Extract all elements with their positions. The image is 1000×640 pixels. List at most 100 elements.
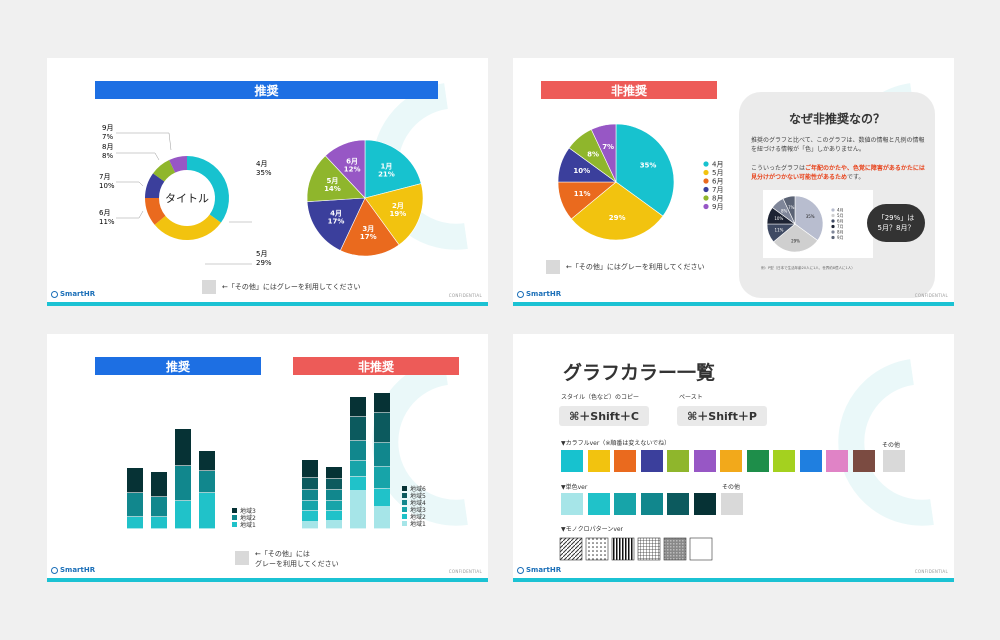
mini-pie-label: 29%: [791, 238, 800, 243]
legend-label: 地域2: [240, 514, 256, 522]
mini-legend-dot: [831, 219, 835, 223]
mini-chart-card: 35% 29% 11% 10% 8% 7% 4月 5月 6月 7月 8月 9月: [763, 190, 873, 258]
legend-label: 8月: [712, 195, 723, 203]
pattern-diagonal: [559, 537, 583, 561]
bar-segment: [302, 490, 318, 501]
color-swatch: [826, 450, 848, 472]
colorful-label: ▼カラフルver（※順番は変えないでね）: [561, 440, 671, 447]
color-swatch: [614, 450, 636, 472]
pie-label-pct: 12%: [344, 165, 361, 173]
mini-legend-label: 5月: [837, 213, 844, 218]
bar-segment: [151, 517, 167, 529]
bar-segment: [350, 461, 366, 477]
footer-bar: [47, 302, 488, 306]
donut-slice-4月: [187, 156, 229, 223]
slide-color-palette[interactable]: グラフカラー一覧 スタイル（色など）のコピー ペースト ⌘＋Shift＋C ⌘＋…: [513, 334, 954, 582]
bar-segment: [350, 417, 366, 441]
svg-text:11%: 11%: [99, 218, 115, 226]
stacked-bar-chart-recommended: 地域3地域2地域1: [127, 429, 256, 529]
paste-label: ペースト: [679, 394, 703, 401]
mini-legend-dot: [831, 208, 835, 212]
bar-segment: [326, 521, 342, 529]
bar-segment: [350, 477, 366, 491]
grayscale-mini-pie: 35% 29% 11% 10% 8%7% 4月5月6月7月8月9月: [766, 195, 844, 253]
legend-label: 4月: [712, 161, 723, 169]
bar-segment: [199, 493, 215, 529]
pie-label-pct: 10%: [573, 167, 590, 175]
bubble-title: なぜ非推奨なの？: [788, 112, 885, 126]
legend-swatch: [402, 493, 407, 498]
pie-label-pct: 14%: [324, 185, 341, 193]
confidential-label: CONFIDENTIAL: [448, 293, 482, 298]
color-swatch: [799, 450, 822, 472]
legend-label: 地域3: [240, 507, 256, 515]
color-swatch: [587, 450, 610, 472]
single-color-swatch: [667, 493, 689, 515]
confidential-label: CONFIDENTIAL: [914, 569, 948, 574]
legend-dot: [703, 161, 709, 167]
bubble-paragraph-1: 推奨のグラフと比べて、このグラフは、数値の情報と凡例の情報を紐づける情報が「色」…: [751, 137, 925, 153]
slide-not-recommended-pie[interactable]: 非推奨 35% 29% 11% 10% 8% 7% 4月 5月 6月 7月 8月 9月 なぜ非推奨な…: [513, 58, 954, 306]
donut-label-4: 4月: [256, 160, 267, 168]
donut-label-5: 5月: [256, 250, 267, 258]
bar-segment: [151, 472, 167, 497]
paste-shortcut: ⌘＋Shift＋P: [677, 406, 767, 426]
bar-segment: [302, 460, 318, 478]
donut-chart: タイトル 9月 7% 8月 8% 7月 10% 6月 11% 4月 35% 5月…: [99, 124, 272, 267]
legend-label: 地域4: [410, 499, 426, 507]
svg-text:10%: 10%: [99, 182, 115, 190]
bar-segment: [127, 468, 143, 493]
legend-label: 6月: [712, 178, 723, 186]
bar-segment: [350, 441, 366, 461]
speech-bubble: 「29%」は 5月？8月？: [867, 204, 925, 242]
single-color-swatch: [640, 493, 663, 515]
legend-swatch: [402, 507, 407, 512]
svg-text:35%: 35%: [256, 169, 272, 177]
smarthr-logo: SmartHR: [51, 290, 95, 298]
pie-label-month: 2月: [392, 202, 404, 210]
mono-pattern-row: [559, 537, 713, 561]
gray-swatch: [235, 551, 249, 565]
gray-swatch: [546, 260, 560, 274]
donut-label-9: 9月: [102, 124, 113, 132]
bubble-paragraph-2: こういったグラフはご年配のかたや、色覚に障害があるかたには見分けがつかない可能性…: [751, 165, 925, 181]
pie-label-pct: 35%: [640, 162, 657, 170]
pie-chart-recommended: 1月21%2月19%3月17%4月17%5月14%6月12%: [306, 139, 424, 257]
legend-swatch: [402, 486, 407, 491]
single-color-swatch: [693, 493, 716, 515]
bar-segment: [151, 497, 167, 517]
gray-other-note: ←「その他」にはグレーを利用してください: [235, 549, 339, 569]
color-swatch: [561, 450, 583, 472]
legend-label: 地域1: [240, 521, 256, 529]
single-color-label: ▼単色ver: [561, 484, 588, 491]
single-color-swatch: [587, 493, 610, 515]
bar-segment: [326, 479, 342, 490]
banner-not-recommended: 非推奨: [293, 357, 459, 375]
pie-label-month: 3月: [362, 225, 374, 233]
legend-swatch: [232, 515, 237, 520]
mini-pie-label: 7%: [788, 205, 795, 210]
gray-other-note: ←「その他」にはグレーを利用してください: [202, 280, 360, 294]
single-color-swatch: [614, 493, 636, 515]
legend-dot: [703, 178, 709, 184]
smarthr-logo: SmartHR: [51, 566, 95, 574]
color-swatch: [773, 450, 795, 472]
bar-segment: [199, 471, 215, 493]
bar-segment: [374, 443, 390, 467]
bar-segment: [374, 393, 390, 413]
pie-label-pct: 17%: [360, 233, 377, 241]
mini-pie-label: 11%: [775, 227, 784, 232]
pie-label-pct: 8%: [587, 150, 599, 158]
slide-stacked-bars[interactable]: 推奨 非推奨 地域3 地域2 地域1 地域6 地域5 地域4 地域3 地域2 地域1 ←「その…: [47, 334, 488, 582]
svg-text:7%: 7%: [102, 133, 113, 141]
bar-segment: [199, 451, 215, 471]
gray-other-swatch: [721, 493, 743, 515]
pie-chart-not-recommended: 35% 29% 11% 10% 8%7% 4月5月6月7月8月9月: [558, 123, 723, 241]
single-color-swatch: [561, 493, 583, 515]
mini-pie-label: 35%: [806, 214, 815, 219]
pattern-grid: [637, 537, 661, 561]
slide-recommended-pie[interactable]: 推奨 タイトル 9月 7% 8月 8% 7月 10% 6月 11% 4月 35%…: [47, 58, 488, 306]
smarthr-logo: SmartHR: [517, 290, 561, 298]
footer-bar: [47, 578, 488, 582]
gray-other-swatch: [883, 450, 905, 472]
